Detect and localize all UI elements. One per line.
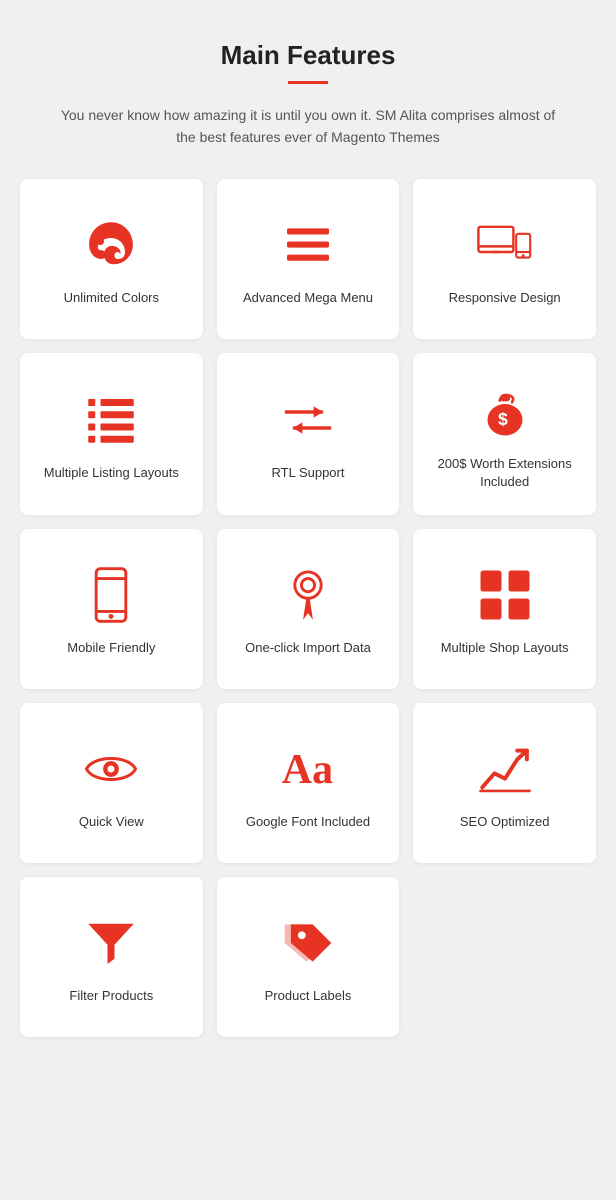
responsive-design-label: Responsive Design — [449, 289, 561, 307]
google-font-label: Google Font Included — [246, 813, 370, 831]
multiple-shop-layouts-label: Multiple Shop Layouts — [441, 639, 569, 657]
advanced-mega-menu-label: Advanced Mega Menu — [243, 289, 373, 307]
unlimited-colors-icon — [83, 217, 139, 273]
feature-card-google-font: Aa Google Font Included — [217, 703, 400, 863]
advanced-mega-menu-icon — [280, 217, 336, 273]
features-grid: Unlimited Colors Advanced Mega Menu Resp… — [20, 179, 596, 1037]
filter-products-icon — [83, 915, 139, 971]
feature-card-responsive-design: Responsive Design — [413, 179, 596, 339]
mobile-friendly-label: Mobile Friendly — [67, 639, 155, 657]
product-labels-label: Product Labels — [265, 987, 352, 1005]
section-title: Main Features — [20, 40, 596, 71]
feature-card-filter-products: Filter Products — [20, 877, 203, 1037]
responsive-design-icon — [477, 217, 533, 273]
feature-card-rtl-support: RTL Support — [217, 353, 400, 515]
feature-card-mobile-friendly: Mobile Friendly — [20, 529, 203, 689]
section-description: You never know how amazing it is until y… — [58, 104, 558, 149]
multiple-shop-layouts-icon — [477, 567, 533, 623]
rtl-support-icon — [280, 392, 336, 448]
rtl-support-label: RTL Support — [271, 464, 344, 482]
feature-card-multiple-shop-layouts: Multiple Shop Layouts — [413, 529, 596, 689]
filter-products-label: Filter Products — [69, 987, 153, 1005]
feature-card-200-worth-extensions: $ 200$ Worth Extensions Included — [413, 353, 596, 515]
200-worth-extensions-icon: $ — [477, 383, 533, 439]
quick-view-icon — [83, 741, 139, 797]
200-worth-extensions-label: 200$ Worth Extensions Included — [429, 455, 580, 491]
google-font-icon: Aa — [280, 741, 336, 797]
mobile-friendly-icon — [83, 567, 139, 623]
quick-view-label: Quick View — [79, 813, 144, 831]
feature-card-seo-optimized: SEO Optimized — [413, 703, 596, 863]
feature-card-advanced-mega-menu: Advanced Mega Menu — [217, 179, 400, 339]
svg-text:Aa: Aa — [282, 747, 333, 793]
unlimited-colors-label: Unlimited Colors — [64, 289, 159, 307]
svg-text:$: $ — [498, 409, 508, 429]
one-click-import-label: One-click Import Data — [245, 639, 371, 657]
seo-optimized-label: SEO Optimized — [460, 813, 550, 831]
seo-optimized-icon — [477, 741, 533, 797]
feature-card-product-labels: Product Labels — [217, 877, 400, 1037]
multiple-listing-layouts-label: Multiple Listing Layouts — [44, 464, 179, 482]
multiple-listing-layouts-icon — [83, 392, 139, 448]
product-labels-icon — [280, 915, 336, 971]
feature-card-unlimited-colors: Unlimited Colors — [20, 179, 203, 339]
feature-card-quick-view: Quick View — [20, 703, 203, 863]
page-wrapper: Main Features You never know how amazing… — [0, 0, 616, 1077]
feature-card-one-click-import: One-click Import Data — [217, 529, 400, 689]
one-click-import-icon — [280, 567, 336, 623]
title-underline — [288, 81, 328, 84]
feature-card-multiple-listing-layouts: Multiple Listing Layouts — [20, 353, 203, 515]
